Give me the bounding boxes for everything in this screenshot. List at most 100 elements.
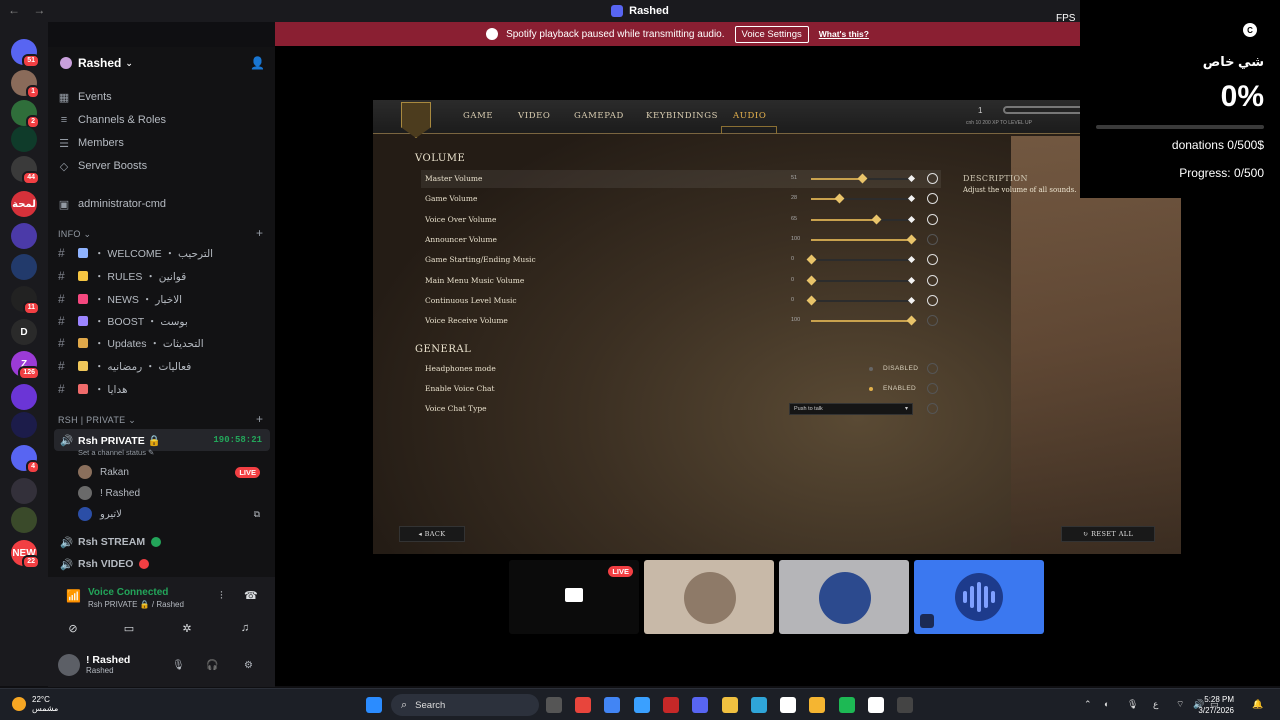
slider-track[interactable] [806, 275, 916, 285]
voice-user[interactable]: لاتيرو ⧉ [78, 505, 268, 523]
reset-icon[interactable] [927, 173, 938, 184]
slider-track[interactable] [806, 295, 916, 306]
reset-icon[interactable] [927, 254, 938, 266]
nav-events[interactable]: ▦ Events [58, 87, 112, 107]
volume-slider-row[interactable]: Voice Over Volume 65 [421, 211, 941, 229]
avatar[interactable] [58, 654, 80, 676]
voice-settings-button[interactable]: Voice Settings [734, 25, 809, 43]
taskbar-search[interactable]: ⌕ Search [391, 694, 539, 716]
slider-track[interactable] [811, 234, 917, 245]
server-icon[interactable]: 44 [11, 156, 40, 185]
server-icon[interactable] [11, 412, 37, 438]
channel-item[interactable]: # ・ فعاليات ・ رمضانيه [58, 356, 268, 376]
chrome-alt-icon[interactable] [604, 697, 621, 713]
add-channel-icon[interactable]: + [256, 226, 263, 240]
back-arrow-icon[interactable]: ← [8, 3, 20, 17]
setting-voice-chat-type[interactable]: Voice Chat Type Push to talk ▾ [421, 400, 941, 418]
volume-slider-row[interactable]: Master Volume 51 [421, 170, 941, 188]
reset-icon[interactable] [927, 233, 938, 245]
channel-status[interactable]: Set a channel status ✎ [78, 448, 154, 457]
store-icon[interactable] [780, 697, 797, 713]
headphones-icon[interactable]: 🎧 [206, 660, 218, 671]
volume-slider-row[interactable]: Continuous Level Music 0 [421, 292, 941, 310]
slider-handle[interactable] [871, 214, 882, 225]
edge-icon[interactable] [750, 697, 767, 713]
gear-icon[interactable]: ⚙ [244, 660, 253, 671]
app-icon[interactable] [809, 697, 826, 713]
server-icon[interactable] [11, 223, 37, 249]
acrobat-icon[interactable] [662, 697, 679, 713]
slider-handle[interactable] [806, 295, 817, 306]
tab-game[interactable]: GAME [463, 111, 493, 121]
channel-item[interactable]: # ・ Updates ・ التحديثات [58, 333, 268, 353]
slider-handle[interactable] [834, 193, 845, 204]
server-icon[interactable]: D [11, 319, 37, 345]
category-private[interactable]: Rsh | PRIVATE ⌄ + [58, 412, 263, 426]
voice-user[interactable]: Rakan LIVE [78, 463, 268, 481]
reset-all-button[interactable]: ↻ RESET ALL [1061, 526, 1155, 542]
slider-track[interactable] [811, 315, 917, 326]
server-icon[interactable]: 51 [11, 39, 40, 68]
server-icon[interactable]: 4 [11, 445, 40, 474]
channel-item[interactable]: # ・ WELCOME ・ الترحيب [58, 243, 268, 263]
network-icon[interactable]: ◐ [1104, 699, 1109, 709]
voice-channel[interactable]: 🔊 Rsh STREAM [54, 531, 270, 553]
server-icon[interactable]: 1 [11, 70, 40, 99]
forward-arrow-icon[interactable]: → [33, 3, 45, 17]
task-view-icon[interactable] [546, 697, 562, 713]
slider-handle[interactable] [906, 315, 917, 326]
screen-share-icon[interactable]: ▭ [108, 619, 150, 637]
reset-icon[interactable] [927, 274, 938, 286]
slider-handle[interactable] [806, 275, 817, 285]
participant-tile[interactable] [644, 560, 774, 634]
server-icon[interactable] [11, 126, 37, 152]
back-button[interactable]: ◂ BACK [399, 526, 465, 542]
slider-track[interactable] [811, 214, 916, 225]
volume-slider-row[interactable]: Game Volume 28 [421, 190, 941, 208]
nav-members[interactable]: ☰ Members [58, 133, 124, 153]
weather-widget[interactable]: 22°C مشمس [12, 695, 58, 713]
setting-headphones-mode[interactable]: Headphones mode DISABLED [421, 360, 941, 378]
server-icon[interactable]: لمحة [11, 191, 37, 217]
toggle-value[interactable]: DISABLED [883, 365, 918, 372]
server-icon[interactable]: 2 [11, 100, 40, 129]
voice-chat-type-select[interactable]: Push to talk ▾ [789, 403, 913, 415]
add-channel-icon[interactable]: + [256, 412, 263, 426]
volume-slider-row[interactable]: Main Menu Music Volume 0 [421, 272, 941, 290]
channel-item[interactable]: # ・ RULES ・ قوانين [58, 266, 268, 286]
slider-handle[interactable] [906, 234, 917, 245]
server-icon[interactable]: 11 [11, 286, 40, 315]
tab-keybindings[interactable]: KEYBINDINGS [646, 111, 718, 121]
clock[interactable]: 5:28 PM 3/27/2026 [1198, 694, 1234, 716]
chevron-up-icon[interactable]: ⌃ [1084, 699, 1092, 710]
tab-gamepad[interactable]: GAMEPAD [574, 111, 624, 121]
nav-channels-roles[interactable]: ≡ Channels & Roles [58, 110, 166, 130]
server-icon[interactable] [11, 507, 37, 533]
obs-icon[interactable] [897, 697, 914, 713]
slider-track[interactable] [811, 173, 916, 184]
tab-video[interactable]: VIDEO [518, 111, 550, 121]
voice-connected-sub[interactable]: Rsh PRIVATE 🔒 / Rashed [88, 600, 184, 609]
roblox-icon[interactable] [868, 697, 884, 713]
participant-tile[interactable]: LIVE [509, 560, 639, 634]
toggle-value[interactable]: ENABLED [883, 385, 916, 392]
channel-item[interactable]: # ・ NEWS ・ الاخبار [58, 289, 268, 309]
server-icon[interactable] [11, 478, 37, 504]
copilot-icon[interactable] [633, 697, 650, 713]
spotify-icon[interactable] [838, 697, 855, 713]
reset-icon[interactable] [927, 294, 938, 306]
voice-channel[interactable]: 🔊 Rsh VIDEO [54, 553, 270, 575]
slider-handle[interactable] [857, 173, 868, 184]
guild-header[interactable]: Rashed ⌄ 👤 [48, 47, 275, 79]
server-icon[interactable] [11, 254, 37, 280]
participant-tile[interactable] [914, 560, 1044, 634]
notification-icon[interactable]: 🔔 [1252, 699, 1263, 710]
server-icon[interactable]: Z 126 [11, 351, 40, 380]
noise-suppression-icon[interactable]: ⫶ [220, 590, 223, 603]
reset-icon[interactable] [927, 193, 938, 205]
channel-administrator-cmd[interactable]: ▣ administrator-cmd [58, 194, 166, 214]
explorer-icon[interactable] [721, 697, 738, 713]
soundboard-icon[interactable]: ♫ [224, 619, 266, 637]
reset-icon[interactable] [927, 363, 938, 374]
nav-server-boosts[interactable]: ◇ Server Boosts [58, 156, 147, 176]
